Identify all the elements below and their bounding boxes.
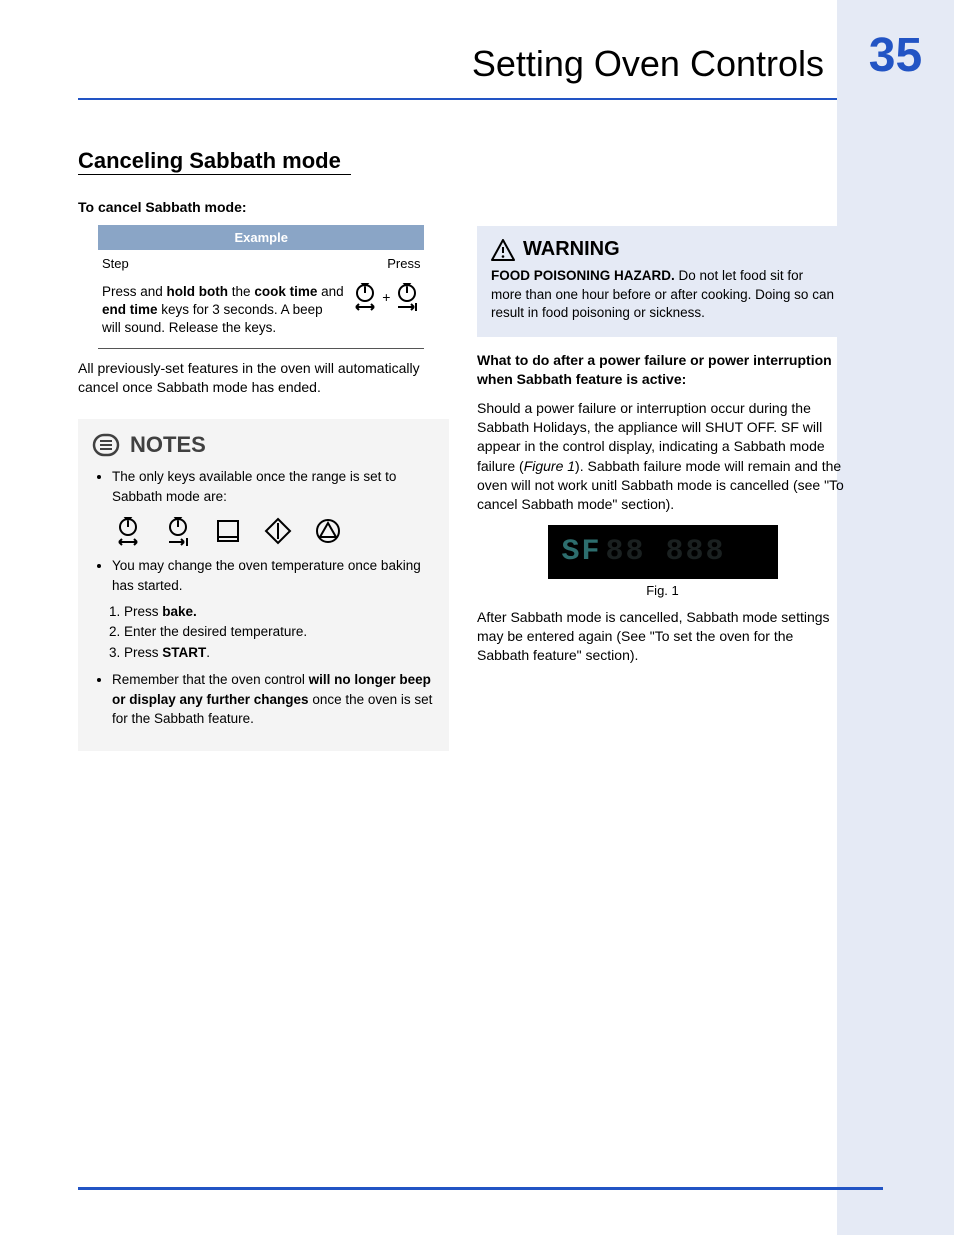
t: cook time <box>254 284 317 299</box>
cook-time-key-icon <box>114 516 142 546</box>
display-figure: SF 88 888 <box>548 525 778 579</box>
page-number-box: 35 <box>837 28 954 83</box>
content-area: Canceling Sabbath mode To cancel Sabbath… <box>78 148 848 751</box>
stop-key-icon <box>314 517 342 545</box>
t: Press and <box>102 284 167 299</box>
notes-list-3: Remember that the oven control will no l… <box>98 670 435 729</box>
table-press-icons: + <box>348 277 424 348</box>
step-2: Enter the desired temperature. <box>124 622 435 643</box>
notes-bullet-2: You may change the oven temperature once… <box>112 556 435 595</box>
warning-heading: WARNING <box>491 238 834 261</box>
step-3: Press START. <box>124 643 435 664</box>
cook-time-icon <box>352 283 378 311</box>
notes-icon <box>92 431 120 459</box>
t: bake. <box>162 604 197 619</box>
t: Figure 1 <box>524 458 575 474</box>
t: Press <box>124 645 162 660</box>
power-failure-para: Should a power failure or interruption o… <box>477 399 848 515</box>
warning-text: FOOD POISONING HAZARD. Do not let food s… <box>491 267 834 323</box>
t: FOOD POISONING HAZARD. <box>491 268 675 283</box>
table-step-text: Press and hold both the cook time and en… <box>98 277 348 348</box>
page-stripe <box>837 0 954 1235</box>
t: . <box>206 645 210 660</box>
notes-list: The only keys available once the range i… <box>98 467 435 506</box>
table-col-press: Press <box>348 250 424 277</box>
figure-caption: Fig. 1 <box>477 583 848 598</box>
end-time-icon <box>394 283 420 311</box>
footer-rule <box>78 1187 883 1190</box>
t: Press <box>124 604 162 619</box>
page-title: Setting Oven Controls <box>472 43 824 85</box>
notes-steps: Press bake. Enter the desired temperatur… <box>106 602 435 665</box>
notes-heading: NOTES <box>92 431 435 459</box>
power-failure-heading: What to do after a power failure or powe… <box>477 351 848 389</box>
t: end time <box>102 302 158 317</box>
t: Remember that the oven control <box>112 672 309 687</box>
notes-bullet-3: Remember that the oven control will no l… <box>112 670 435 729</box>
sub-heading: To cancel Sabbath mode: <box>78 199 449 215</box>
page: 35 Setting Oven Controls Canceling Sabba… <box>0 0 954 1235</box>
start-key-icon <box>264 517 292 545</box>
warning-icon <box>491 239 515 261</box>
example-table: Example Step Press Press and hold both t… <box>98 225 424 349</box>
header-rule <box>78 98 837 100</box>
after-table-text: All previously-set features in the oven … <box>78 359 449 398</box>
warning-title: WARNING <box>523 238 620 261</box>
t: the <box>228 284 254 299</box>
available-keys-row <box>114 516 435 546</box>
left-column: Canceling Sabbath mode To cancel Sabbath… <box>78 148 449 751</box>
table-header: Example <box>98 225 424 250</box>
step-1: Press bake. <box>124 602 435 623</box>
t: START <box>162 645 206 660</box>
notes-title: NOTES <box>130 432 206 458</box>
t: and <box>317 284 343 299</box>
notes-box: NOTES The only keys available once the r… <box>78 419 449 751</box>
display-dim: 88 888 <box>606 535 726 569</box>
notes-list-2: You may change the oven temperature once… <box>98 556 435 595</box>
page-number: 35 <box>869 29 922 82</box>
notes-bullet-1: The only keys available once the range i… <box>112 467 435 506</box>
after-figure-para: After Sabbath mode is cancelled, Sabbath… <box>477 608 848 666</box>
display-sf: SF <box>562 535 602 569</box>
right-column: WARNING FOOD POISONING HAZARD. Do not le… <box>477 148 848 751</box>
plus-label: + <box>382 288 390 307</box>
table-col-step: Step <box>98 250 348 277</box>
end-time-key-icon <box>164 516 192 546</box>
bake-key-icon <box>214 517 242 545</box>
section-heading: Canceling Sabbath mode <box>78 148 351 175</box>
warning-box: WARNING FOOD POISONING HAZARD. Do not le… <box>477 226 848 337</box>
t: hold both <box>167 284 228 299</box>
